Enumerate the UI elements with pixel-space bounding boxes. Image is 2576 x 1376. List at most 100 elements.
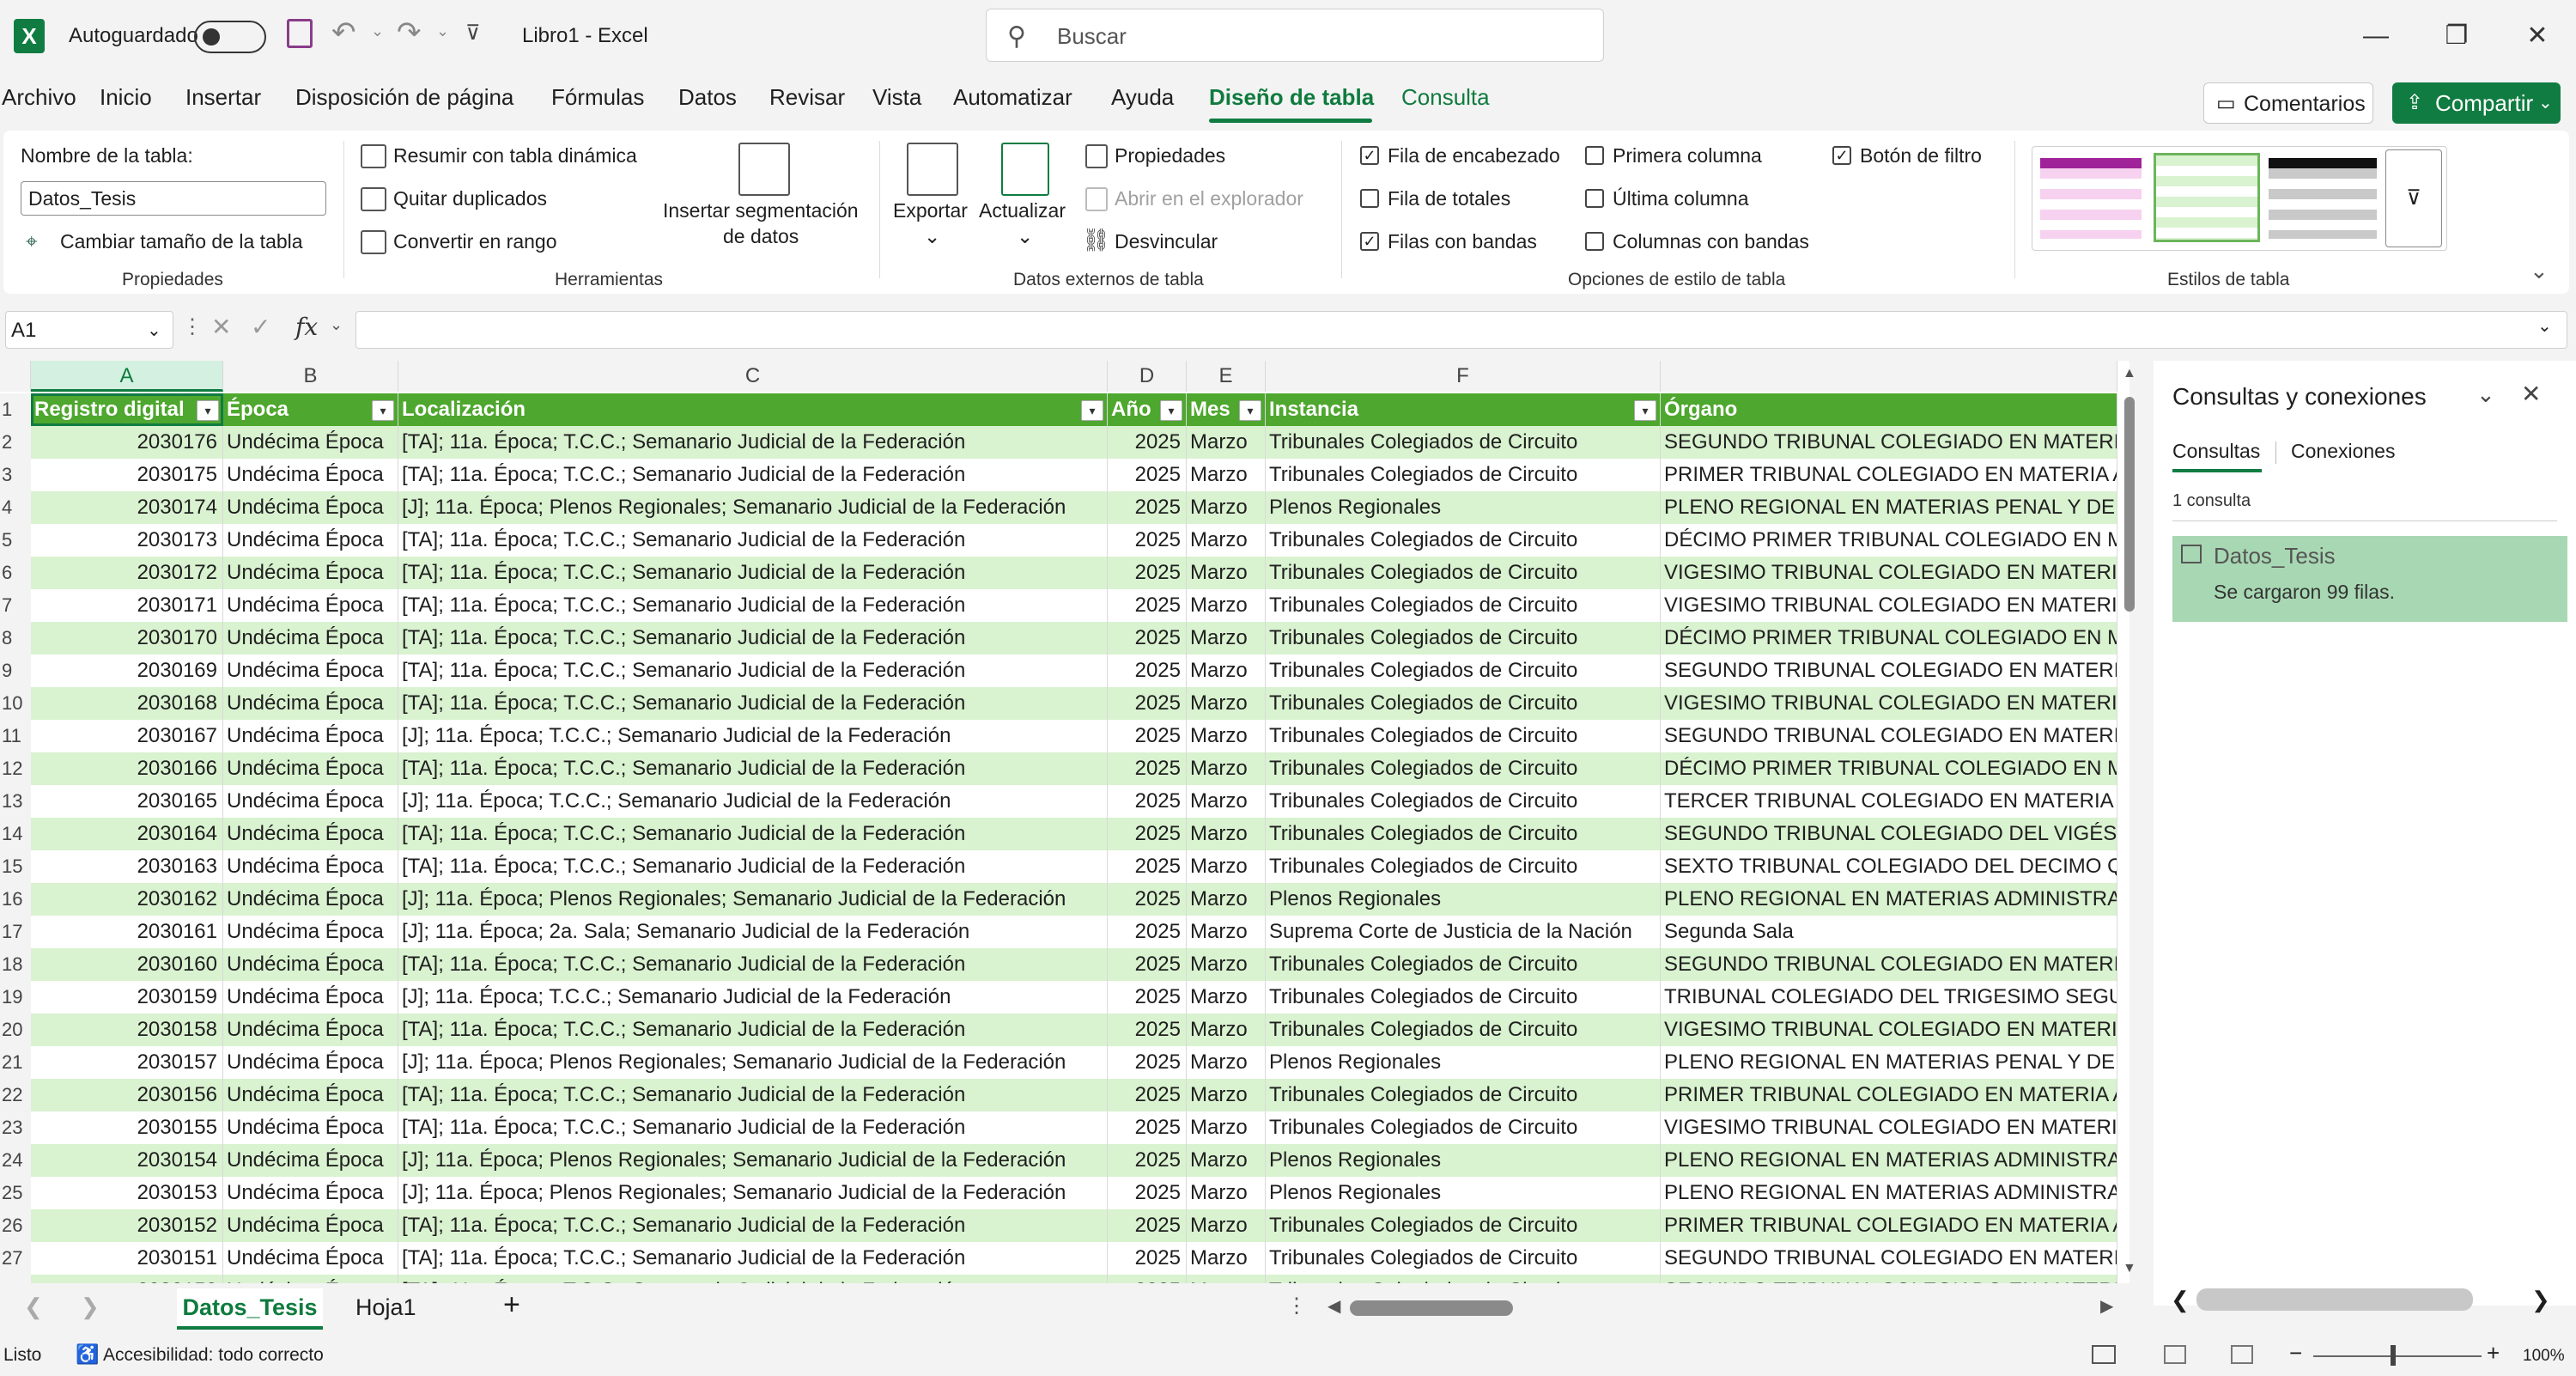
row-header[interactable]: 6 [0,557,31,589]
tab-split-icon[interactable]: ⋮ [1286,1294,1307,1318]
table-cell[interactable]: 2030171 [31,589,223,622]
table-cell[interactable]: Plenos Regionales [1266,1177,1661,1209]
table-cell[interactable]: SEGUNDO TRIBUNAL COLEGIADO EN MATERIA [1661,1275,2117,1283]
filter-dropdown-icon[interactable]: ▾ [1081,400,1103,421]
hscroll-left-icon[interactable]: ◀ [1327,1295,1340,1317]
zoom-level[interactable]: 100% [2523,1347,2565,1366]
tab-revisar[interactable]: Revisar [769,84,845,111]
table-cell[interactable]: 2030160 [31,948,223,981]
table-cell[interactable]: Marzo [1187,850,1266,883]
tab-consultas[interactable]: Consultas [2172,440,2260,463]
zoom-out-icon[interactable]: − [2289,1340,2302,1367]
table-cell[interactable]: [TA]; 11a. Época; T.C.C.; Semanario Judi… [398,459,1108,491]
pivot-summary-button[interactable]: Resumir con tabla dinámica [393,144,637,167]
table-cell[interactable]: 2025 [1108,850,1187,883]
open-browser-button[interactable]: Abrir en el explorador [1115,187,1303,210]
table-cell[interactable]: Undécima Época [223,981,398,1014]
table-cell[interactable]: Marzo [1187,916,1266,948]
table-cell[interactable]: DÉCIMO PRIMER TRIBUNAL COLEGIADO EN MA [1661,622,2117,655]
table-cell[interactable]: Tribunales Colegiados de Circuito [1266,818,1661,850]
accessibility-status[interactable]: Accesibilidad: todo correcto [103,1345,324,1366]
close-icon[interactable]: ✕ [2499,0,2576,72]
tab-archivo[interactable]: Archivo [2,84,76,111]
table-cell[interactable]: Marzo [1187,1014,1266,1046]
header-cell[interactable]: Registro digital ▾ [31,393,223,426]
table-cell[interactable]: Marzo [1187,948,1266,981]
table-cell[interactable]: 2025 [1108,1242,1187,1275]
row-header[interactable]: 4 [0,491,31,524]
table-cell[interactable]: 2030159 [31,981,223,1014]
banded-columns-checkbox[interactable] [1585,232,1604,251]
header-row-checkbox[interactable]: ✓ [1360,146,1379,165]
table-cell[interactable]: PRIMER TRIBUNAL COLEGIADO EN MATERIA AD [1661,1209,2117,1242]
row-header[interactable]: 3 [0,459,31,491]
filter-dropdown-icon[interactable]: ▾ [1634,400,1656,421]
row-header[interactable]: 20 [0,1014,31,1046]
row-header[interactable]: 24 [0,1144,31,1177]
table-cell[interactable]: Tribunales Colegiados de Circuito [1266,981,1661,1014]
column-header[interactable]: B [223,361,398,392]
table-cell[interactable]: Undécima Época [223,687,398,720]
table-cell[interactable]: VIGESIMO TRIBUNAL COLEGIADO EN MATERIA [1661,589,2117,622]
resize-table-button[interactable]: Cambiar tamaño de la tabla [60,230,303,253]
table-cell[interactable]: Marzo [1187,1046,1266,1079]
table-cell[interactable]: SEGUNDO TRIBUNAL COLEGIADO DEL VIGÉSIM [1661,818,2117,850]
table-cell[interactable]: Undécima Época [223,1144,398,1177]
row-header[interactable]: 11 [0,720,31,752]
table-cell[interactable]: [TA]; 11a. Época; T.C.C.; Semanario Judi… [398,687,1108,720]
filter-dropdown-icon[interactable]: ▾ [197,400,219,421]
table-cell[interactable]: [TA]; 11a. Época; T.C.C.; Semanario Judi… [398,1014,1108,1046]
table-cell[interactable]: Tribunales Colegiados de Circuito [1266,1014,1661,1046]
table-cell[interactable]: [TA]; 11a. Época; T.C.C.; Semanario Judi… [398,1242,1108,1275]
table-cell[interactable]: VIGESIMO TRIBUNAL COLEGIADO EN MATERIA [1661,687,2117,720]
row-header[interactable]: 23 [0,1111,31,1144]
row-header[interactable]: 2 [0,426,31,459]
row-header[interactable]: 1 [0,393,31,426]
table-cell[interactable]: DÉCIMO PRIMER TRIBUNAL COLEGIADO EN MA [1661,524,2117,557]
table-cell[interactable]: [TA]; 11a. Época; T.C.C.; Semanario Judi… [398,655,1108,687]
table-cell[interactable]: Marzo [1187,1079,1266,1111]
table-cell[interactable]: 2025 [1108,720,1187,752]
style-swatch-purple[interactable] [2040,158,2142,239]
table-cell[interactable]: 2025 [1108,916,1187,948]
table-cell[interactable]: Tribunales Colegiados de Circuito [1266,850,1661,883]
table-cell[interactable]: Undécima Época [223,1275,398,1283]
table-cell[interactable]: Marzo [1187,981,1266,1014]
tab-conexiones[interactable]: Conexiones [2291,440,2395,463]
filter-dropdown-icon[interactable]: ▾ [1239,400,1261,421]
table-cell[interactable]: Marzo [1187,426,1266,459]
table-cell[interactable]: 2030157 [31,1046,223,1079]
table-cell[interactable]: Undécima Época [223,883,398,916]
table-cell[interactable]: Undécima Época [223,557,398,589]
table-cell[interactable]: Tribunales Colegiados de Circuito [1266,1111,1661,1144]
insert-function-icon[interactable]: fx [295,313,318,341]
header-cell[interactable]: Localización ▾ [398,393,1108,426]
table-cell[interactable]: Undécima Época [223,785,398,818]
properties-button[interactable]: Propiedades [1115,144,1225,167]
tab-datos[interactable]: Datos [678,84,737,111]
customize-toolbar-icon[interactable]: ⊽ [465,21,481,46]
style-swatch-green-selected[interactable] [2154,153,2260,242]
table-cell[interactable]: Tribunales Colegiados de Circuito [1266,1242,1661,1275]
table-cell[interactable]: 2030163 [31,850,223,883]
table-cell[interactable]: Tribunales Colegiados de Circuito [1266,459,1661,491]
redo-icon[interactable]: ↷ [397,15,422,50]
table-cell[interactable]: [TA]; 11a. Época; T.C.C.; Semanario Judi… [398,850,1108,883]
table-cell[interactable]: 2025 [1108,426,1187,459]
table-cell[interactable]: TERCER TRIBUNAL COLEGIADO EN MATERIA DE [1661,785,2117,818]
column-header[interactable]: C [398,361,1108,392]
restore-icon[interactable]: ❐ [2418,0,2495,72]
table-cell[interactable]: 2030166 [31,752,223,785]
more-options-icon[interactable]: ⋮ [182,314,203,339]
table-cell[interactable]: 2025 [1108,491,1187,524]
zoom-in-icon[interactable]: + [2487,1340,2500,1367]
pane-scroll-right-icon[interactable]: ❯ [2531,1287,2550,1313]
pane-scroll-left-icon[interactable]: ❮ [2171,1287,2190,1313]
refresh-button[interactable]: Actualizar [979,199,1066,222]
table-cell[interactable]: 2025 [1108,622,1187,655]
table-cell[interactable]: Plenos Regionales [1266,1046,1661,1079]
table-cell[interactable]: 2025 [1108,1209,1187,1242]
table-cell[interactable]: [TA]; 11a. Época; T.C.C.; Semanario Judi… [398,557,1108,589]
table-cell[interactable]: [TA]; 11a. Época; T.C.C.; Semanario Judi… [398,524,1108,557]
table-cell[interactable]: Undécima Época [223,426,398,459]
